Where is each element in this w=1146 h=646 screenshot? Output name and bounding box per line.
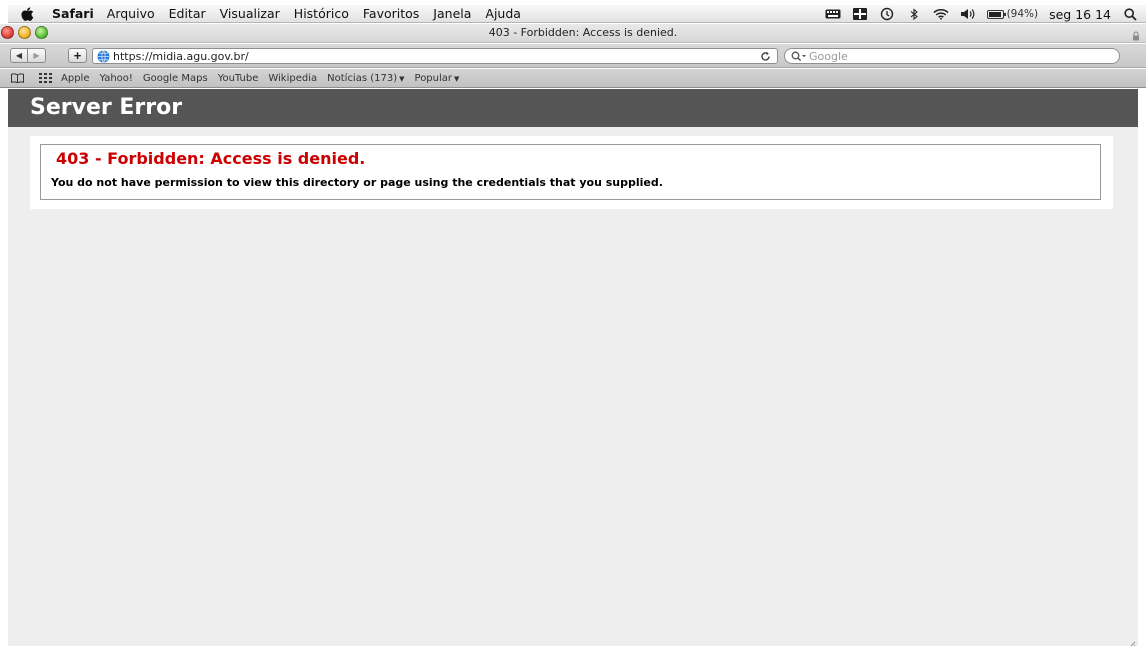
bookmark-noticias-folder[interactable]: Notícias (173) ▼	[327, 73, 404, 84]
window-titlebar: 403 - Forbidden: Access is denied.	[0, 24, 1146, 43]
bookmark-youtube[interactable]: YouTube	[218, 73, 259, 84]
forward-button[interactable]: ▶	[28, 48, 46, 63]
bookmark-apple[interactable]: Apple	[61, 73, 89, 84]
volume-icon[interactable]	[960, 8, 976, 20]
search-icon	[791, 49, 809, 63]
time-machine-icon[interactable]	[879, 7, 895, 21]
lock-icon	[1132, 28, 1140, 41]
globe-icon	[97, 49, 110, 63]
reload-icon[interactable]	[757, 49, 773, 63]
page-viewport[interactable]: Server Error 403 - Forbidden: Access is …	[8, 89, 1138, 646]
navigation-buttons: ◀ ▶	[10, 48, 46, 63]
spotlight-icon[interactable]	[1122, 7, 1138, 21]
url-text[interactable]: https://midia.agu.gov.br/	[113, 50, 757, 63]
chevron-down-icon: ▼	[399, 74, 405, 83]
bookmark-google-maps[interactable]: Google Maps	[143, 73, 208, 84]
menu-editar[interactable]: Editar	[169, 6, 206, 21]
error-message: You do not have permission to view this …	[51, 176, 663, 189]
menu-clock[interactable]: seg 16 14	[1049, 7, 1111, 22]
address-bar[interactable]: https://midia.agu.gov.br/	[92, 48, 778, 64]
content-panel: 403 - Forbidden: Access is denied. You d…	[30, 136, 1113, 209]
screen: Safari Arquivo Editar Visualizar Históri…	[0, 0, 1146, 646]
menu-favoritos[interactable]: Favoritos	[363, 6, 419, 21]
add-bookmark-button[interactable]: +	[68, 48, 87, 63]
bookmarks-bar: Apple Yahoo! Google Maps YouTube Wikiped…	[0, 69, 1146, 88]
battery-indicator[interactable]: (94%)	[986, 8, 1039, 20]
window-title: 403 - Forbidden: Access is denied.	[488, 26, 678, 39]
bookmarks-book-icon[interactable]	[10, 72, 24, 84]
resize-grip-icon[interactable]	[1128, 636, 1136, 646]
wifi-icon[interactable]	[932, 8, 949, 20]
menu-arquivo[interactable]: Arquivo	[107, 6, 155, 21]
chevron-down-icon: ▼	[454, 74, 460, 83]
bookmark-popular-label: Popular	[414, 72, 453, 84]
bookmark-wikipedia[interactable]: Wikipedia	[268, 73, 317, 84]
keyboard-icon[interactable]	[825, 8, 841, 20]
menu-extras: (94%) seg 16 14	[825, 5, 1138, 23]
menu-app-safari[interactable]: Safari	[52, 6, 94, 21]
search-field[interactable]: Google	[784, 48, 1120, 64]
error-box: 403 - Forbidden: Access is denied. You d…	[40, 144, 1101, 200]
browser-toolbar: ◀ ▶ + https://midia.agu.gov.br/ Google	[0, 44, 1146, 68]
battery-percent: (94%)	[1006, 8, 1039, 20]
display-icon[interactable]	[852, 8, 868, 20]
page-header: Server Error	[8, 89, 1138, 127]
search-placeholder: Google	[809, 49, 848, 63]
battery-icon	[986, 9, 1006, 19]
bluetooth-icon[interactable]	[906, 7, 922, 20]
top-sites-grid-icon[interactable]	[38, 72, 52, 84]
page-title: Server Error	[30, 95, 183, 120]
menu-janela[interactable]: Janela	[433, 6, 471, 21]
menu-historico[interactable]: Histórico	[294, 6, 349, 21]
back-button[interactable]: ◀	[10, 48, 28, 63]
apple-menu-icon[interactable]	[20, 7, 34, 21]
bookmark-noticias-label: Notícias (173)	[327, 72, 398, 84]
menu-bar: Safari Arquivo Editar Visualizar Históri…	[8, 5, 1146, 23]
bookmark-popular-folder[interactable]: Popular ▼	[415, 73, 460, 84]
error-heading: 403 - Forbidden: Access is denied.	[56, 149, 366, 168]
bookmark-yahoo[interactable]: Yahoo!	[99, 73, 132, 84]
menu-visualizar[interactable]: Visualizar	[220, 6, 280, 21]
menu-ajuda[interactable]: Ajuda	[485, 6, 521, 21]
